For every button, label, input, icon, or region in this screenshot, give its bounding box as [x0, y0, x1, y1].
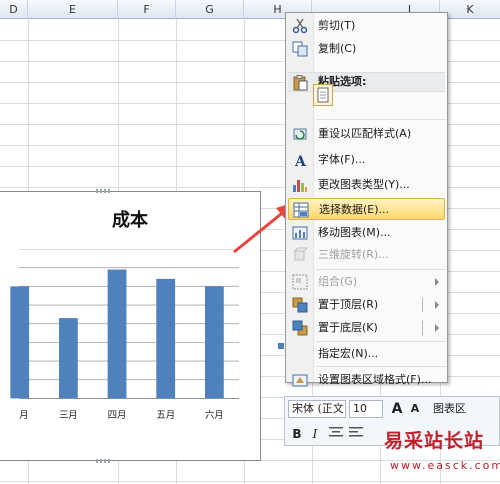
menu-item-assign-macro[interactable]: 指定宏(N)... [288, 343, 445, 365]
menu-item-label: 置于顶层(R) [318, 298, 379, 311]
send-back-icon [292, 320, 308, 336]
chart-category-label: 三月 [59, 410, 78, 421]
submenu-arrow-icon [435, 278, 439, 286]
scissors-icon [292, 18, 308, 34]
menu-item-label: 重设以匹配样式(A) [318, 127, 412, 140]
menu-item-select-data[interactable]: 选择数据(E)... [288, 198, 445, 220]
column-header-e[interactable]: E [28, 0, 118, 19]
rotate-3d-icon [293, 247, 308, 261]
menu-item-group[interactable]: 组合(G) [288, 271, 445, 293]
chart-plot-area[interactable]: 月 三月 四月 五月 六月 [0, 249, 258, 424]
menu-separator [316, 366, 446, 367]
chart-category-label: 月 [19, 410, 28, 421]
watermark: 易采站长站 www.easck.com [376, 426, 500, 484]
paste-icon [293, 75, 308, 91]
chart-type-icon [293, 180, 307, 192]
context-menu: 剪切(T) 复制(C) 粘贴选项: 重设以匹配样式(A) A 字体(F)... … [285, 12, 448, 387]
chart-title[interactable]: 成本 [0, 206, 260, 232]
menu-item-reset-style[interactable]: 重设以匹配样式(A) [288, 123, 445, 145]
chart-area[interactable]: 成本 月 三月 四月 五月 六月 [0, 189, 261, 463]
watermark-url: www.easck.com [390, 459, 500, 472]
menu-separator [316, 119, 446, 120]
chart-bar-2[interactable] [10, 286, 30, 399]
font-name-box[interactable]: 宋体 (正文 [288, 400, 346, 418]
paste-document-icon [317, 87, 329, 103]
copy-icon [292, 41, 308, 57]
menu-item-bring-to-front[interactable]: 置于顶层(R) [288, 294, 445, 316]
chart-element-selector[interactable]: 图表区 [429, 400, 499, 418]
chart-bar-5[interactable] [156, 278, 176, 399]
menu-item-move-chart[interactable]: 移动图表(M)... [288, 222, 445, 244]
menu-item-font[interactable]: A 字体(F)... [288, 149, 445, 171]
menu-item-label: 字体(F)... [318, 153, 366, 166]
chart-bar-3[interactable] [59, 318, 78, 399]
bring-front-icon [292, 297, 308, 313]
menu-separator [316, 269, 446, 270]
align-left-icon [349, 427, 363, 437]
font-icon: A [294, 154, 307, 168]
column-header-d[interactable]: D [0, 0, 28, 19]
align-center-button[interactable] [327, 425, 345, 443]
italic-button[interactable]: I [307, 425, 323, 443]
menu-item-label: 更改图表类型(Y)... [318, 178, 410, 191]
chart-category-label: 四月 [108, 410, 127, 421]
menu-item-label: 指定宏(N)... [318, 347, 379, 360]
reset-style-icon [293, 128, 307, 140]
move-chart-icon [292, 226, 308, 240]
menu-item-label: 剪切(T) [318, 19, 356, 32]
split-divider [422, 298, 423, 312]
paste-options-header: 粘贴选项: [288, 72, 445, 92]
group-icon [292, 274, 308, 290]
menu-item-label: 组合(G) [318, 275, 358, 288]
submenu-arrow-icon [435, 301, 439, 309]
font-size-box[interactable]: 10 [349, 400, 383, 418]
menu-item-label: 选择数据(E)... [319, 203, 390, 216]
chart-resize-handle-top[interactable] [96, 189, 110, 193]
menu-item-label: 设置图表区域格式(F)... [318, 373, 432, 386]
chart-selection-handle[interactable] [278, 343, 284, 349]
menu-separator [316, 341, 446, 342]
menu-item-label: 复制(C) [318, 42, 357, 55]
watermark-title: 易采站长站 [384, 430, 485, 452]
paste-option-button[interactable] [313, 84, 333, 106]
submenu-arrow-icon [435, 324, 439, 332]
shrink-font-button[interactable]: A [407, 400, 423, 418]
column-header-f[interactable]: F [118, 0, 176, 19]
chart-category-label: 六月 [205, 409, 224, 421]
chart-resize-handle-bottom[interactable] [96, 459, 110, 463]
select-data-icon [293, 202, 309, 218]
menu-item-3d-rotation[interactable]: 三维旋转(R)... [288, 244, 445, 266]
menu-item-change-chart-type[interactable]: 更改图表类型(Y)... [288, 174, 445, 196]
menu-item-label: 置于底层(K) [318, 321, 378, 334]
menu-item-copy[interactable]: 复制(C) [288, 38, 445, 60]
column-header-k[interactable]: K [440, 0, 500, 19]
menu-item-send-to-back[interactable]: 置于底层(K) [288, 317, 445, 339]
menu-item-cut[interactable]: 剪切(T) [288, 15, 445, 37]
menu-item-label: 三维旋转(R)... [318, 248, 389, 261]
align-left-button[interactable] [347, 425, 365, 443]
svg-text:A: A [294, 154, 307, 168]
chart-bar-4[interactable] [107, 269, 127, 399]
bold-button[interactable]: B [289, 425, 305, 443]
menu-item-label: 移动图表(M)... [318, 226, 391, 239]
align-center-icon [329, 427, 343, 437]
grow-font-button[interactable]: A [389, 400, 405, 418]
chart-bar-6[interactable] [204, 286, 224, 399]
split-divider [422, 321, 423, 335]
menu-item-format-chart-area[interactable]: 设置图表区域格式(F)... [288, 369, 445, 391]
column-header-g[interactable]: G [176, 0, 244, 19]
chart-category-label: 五月 [156, 410, 175, 421]
format-area-icon [292, 374, 308, 387]
